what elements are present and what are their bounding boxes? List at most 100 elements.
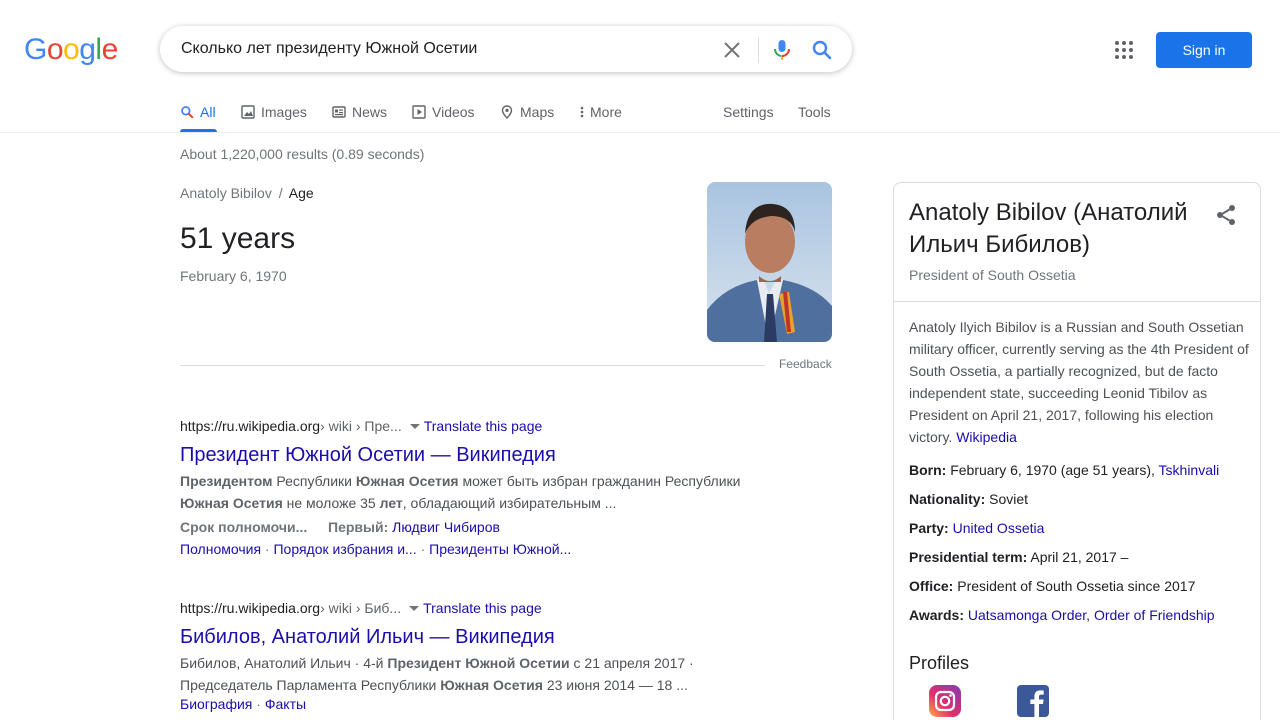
result-snippet: Президентом Республики Южная Осетия може… <box>180 470 760 514</box>
result-menu-caret[interactable] <box>409 605 420 611</box>
search-input[interactable] <box>181 40 701 58</box>
search-divider <box>758 37 759 63</box>
answer-breadcrumb: Anatoly Bibilov / Age <box>180 185 314 201</box>
answer-value: 51 years <box>180 222 296 255</box>
instagram-icon <box>929 685 961 717</box>
search-tabs: All Images News Videos Maps More Setting… <box>0 94 1280 133</box>
fact-term: Presidential term: April 21, 2017 – <box>909 547 1254 567</box>
share-button[interactable] <box>1214 203 1238 227</box>
tab-videos[interactable]: Videos <box>412 102 475 122</box>
result-snippet: Бибилов, Анатолий Ильич · 4-й Президент … <box>180 652 760 696</box>
instagram-profile-link[interactable] <box>929 685 961 717</box>
kp-divider <box>894 301 1260 302</box>
fact-label: Presidential term: <box>909 549 1028 565</box>
apps-grid-icon <box>1115 41 1133 59</box>
tab-settings[interactable]: Settings <box>723 102 774 122</box>
entity-portrait-image[interactable] <box>707 182 832 342</box>
knowledge-panel: Anatoly Bibilov (Анатолий Ильич Бибилов)… <box>893 182 1261 720</box>
tab-more[interactable]: More <box>578 102 622 122</box>
search-result: https://ru.wikipedia.org › wiki › Пре...… <box>180 416 780 557</box>
answer-divider <box>180 365 765 366</box>
result-url[interactable]: https://ru.wikipedia.org <box>180 600 320 616</box>
meta-value-first[interactable]: Людвиг Чибиров <box>392 519 500 535</box>
tab-settings-label: Settings <box>723 104 774 120</box>
kp-profiles-heading: Profiles <box>909 653 970 673</box>
google-apps-button[interactable] <box>1112 38 1136 62</box>
result-url-line: https://ru.wikipedia.org › wiki › Биб...… <box>180 598 780 618</box>
tab-all[interactable]: All <box>180 102 216 122</box>
result-sitelinks: Биография · Факты <box>180 696 307 712</box>
result-sitelinks: Полномочия · Порядок избрания и... · Пре… <box>180 541 572 557</box>
tab-maps[interactable]: Maps <box>500 102 554 122</box>
kp-source-link[interactable]: Wikipedia <box>956 429 1017 445</box>
result-path: › wiki › Биб... <box>320 600 402 616</box>
image-icon <box>241 105 255 119</box>
tab-images-label: Images <box>261 104 307 120</box>
search-result: https://ru.wikipedia.org › wiki › Биб...… <box>180 598 780 712</box>
tab-tools[interactable]: Tools <box>798 102 831 122</box>
fact-link[interactable]: Uatsamonga Order <box>968 607 1086 623</box>
fact-value: Soviet <box>989 491 1029 507</box>
result-path: › wiki › Пре... <box>320 418 402 434</box>
snippet-text: , обладающий избирательным ... <box>402 495 617 511</box>
snippet-bold: Южная Осетия <box>355 473 459 489</box>
kp-subtitle: President of South Ossetia <box>909 267 1076 283</box>
feedback-link[interactable]: Feedback <box>779 357 832 371</box>
close-icon <box>724 42 740 58</box>
tab-maps-label: Maps <box>520 104 555 120</box>
fact-separator: , <box>1086 607 1091 623</box>
breadcrumb-separator: / <box>278 185 283 201</box>
translate-link[interactable]: Translate this page <box>424 418 543 434</box>
search-button[interactable] <box>810 38 834 62</box>
sign-in-button[interactable]: Sign in <box>1156 32 1252 68</box>
meta-key-term[interactable]: Срок полномочи... <box>180 519 328 535</box>
tab-videos-label: Videos <box>432 104 475 120</box>
google-logo[interactable]: Google <box>24 33 118 67</box>
more-vert-icon <box>580 106 584 118</box>
clear-search-button[interactable] <box>720 38 744 62</box>
portrait-photo <box>707 182 832 342</box>
sitelink[interactable]: Биография <box>180 696 252 712</box>
result-url-line: https://ru.wikipedia.org › wiki › Пре...… <box>180 416 780 436</box>
fact-awards: Awards: Uatsamonga Order, Order of Frien… <box>909 605 1254 625</box>
kp-description-text: Anatoly Ilyich Bibilov is a Russian and … <box>909 319 1249 445</box>
snippet-text: не моложе 35 <box>282 495 380 511</box>
sitelink[interactable]: Факты <box>265 696 306 712</box>
translate-link[interactable]: Translate this page <box>423 600 542 616</box>
snippet-bold: Южная Осетия <box>440 677 543 693</box>
fact-value: President of South Ossetia since 2017 <box>957 578 1196 594</box>
tab-images[interactable]: Images <box>241 102 307 122</box>
search-icon <box>812 40 832 60</box>
breadcrumb-entity[interactable]: Anatoly Bibilov <box>180 185 272 201</box>
fact-party: Party: United Ossetia <box>909 518 1254 538</box>
tab-news[interactable]: News <box>332 102 387 122</box>
facebook-profile-link[interactable] <box>1017 685 1049 717</box>
fact-label: Party: <box>909 520 949 536</box>
fact-link[interactable]: United Ossetia <box>953 520 1045 536</box>
result-menu-caret[interactable] <box>409 423 420 429</box>
result-url[interactable]: https://ru.wikipedia.org <box>180 418 320 434</box>
snippet-bold: Президент Южной Осетии <box>387 655 570 671</box>
tab-news-label: News <box>352 104 388 120</box>
fact-link[interactable]: Tskhinvali <box>1159 462 1220 478</box>
snippet-text: Бибилов, Анатолий Ильич · 4-й <box>180 655 388 671</box>
kp-description: Anatoly Ilyich Bibilov is a Russian and … <box>909 316 1249 448</box>
snippet-text: Республики <box>272 473 356 489</box>
breadcrumb-attribute: Age <box>288 185 314 201</box>
result-stats: About 1,220,000 results (0.89 seconds) <box>180 146 425 162</box>
fact-value: April 21, 2017 – <box>1030 549 1129 565</box>
fact-value: February 6, 1970 (age 51 years), <box>950 462 1155 478</box>
fact-link[interactable]: Order of Friendship <box>1094 607 1215 623</box>
sitelink[interactable]: Порядок избрания и... <box>273 541 416 557</box>
answer-subtext: February 6, 1970 <box>180 268 287 284</box>
facebook-icon <box>1017 685 1049 717</box>
result-title[interactable]: Бибилов, Анатолий Ильич — Википедия <box>180 624 780 650</box>
tab-tools-label: Tools <box>798 104 831 120</box>
sitelink[interactable]: Полномочия <box>180 541 261 557</box>
fact-label: Born: <box>909 462 947 478</box>
voice-search-button[interactable] <box>770 38 794 62</box>
sitelink[interactable]: Президенты Южной... <box>429 541 571 557</box>
map-pin-icon <box>501 105 513 119</box>
result-title[interactable]: Президент Южной Осетии — Википедия <box>180 442 780 468</box>
snippet-text: 23 июня 2014 — 18 ... <box>542 677 688 693</box>
